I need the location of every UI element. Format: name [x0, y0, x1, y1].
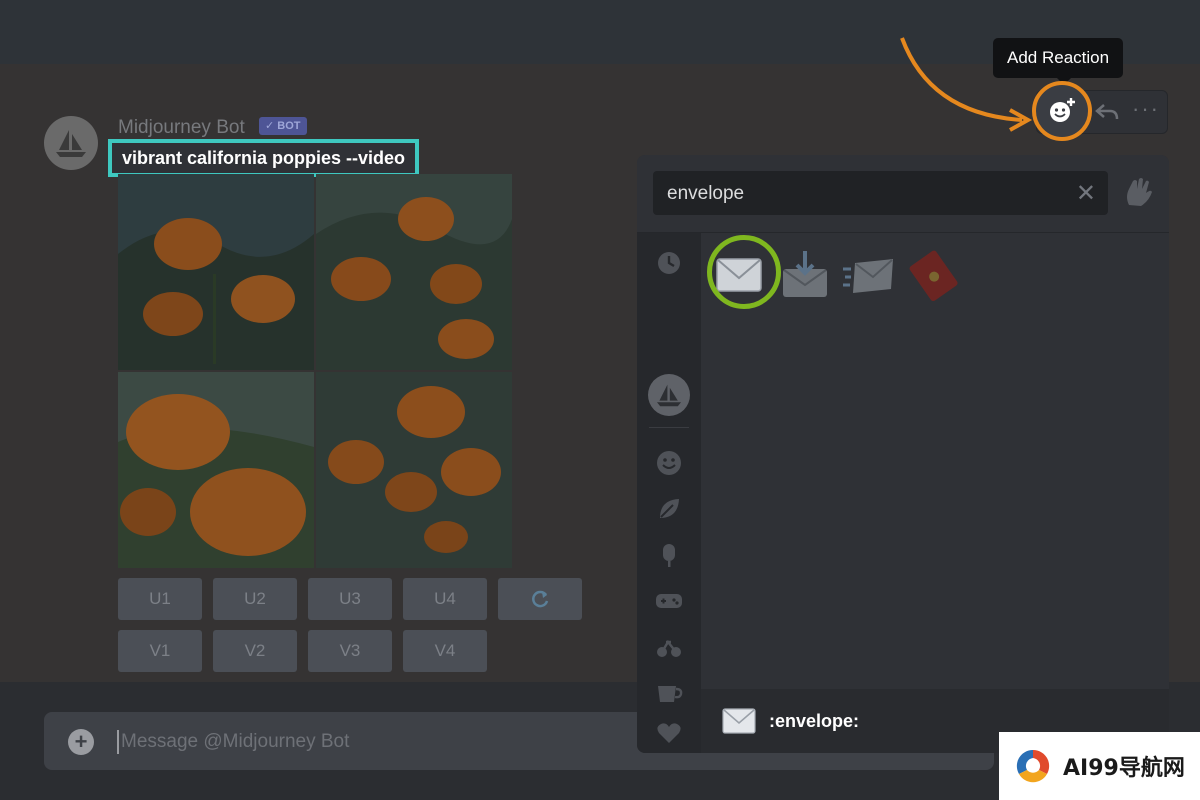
v1-button[interactable]: V1 — [118, 630, 202, 672]
reroll-button[interactable] — [498, 578, 582, 620]
midjourney-server-icon[interactable] — [648, 374, 690, 416]
text-caret — [117, 730, 119, 754]
reply-icon[interactable] — [1094, 100, 1120, 124]
smiley-icon[interactable] — [655, 449, 683, 477]
clock-icon[interactable] — [655, 249, 683, 277]
poppy-image-2[interactable] — [316, 174, 512, 370]
bicycle-icon[interactable] — [655, 633, 683, 661]
u1-button[interactable]: U1 — [118, 578, 202, 620]
u2-button[interactable]: U2 — [213, 578, 297, 620]
upscale-row: U1 U2 U3 U4 — [118, 578, 582, 620]
attach-plus-icon[interactable]: + — [68, 729, 94, 755]
skin-tone-hand-icon[interactable] — [1121, 175, 1155, 209]
emoji-search-value: envelope — [667, 183, 745, 204]
add-reaction-tooltip: Add Reaction — [993, 38, 1124, 85]
watermark-logo-icon — [1016, 749, 1050, 783]
heart-icon[interactable] — [655, 719, 683, 747]
emoji-preview-name: :envelope: — [769, 711, 860, 731]
author-avatar[interactable] — [44, 116, 98, 170]
watermark: AI99导航网 — [999, 732, 1200, 800]
refresh-icon — [532, 590, 549, 608]
emoji-search-input[interactable]: envelope ✕ — [653, 171, 1108, 215]
author-name[interactable]: Midjourney Bot — [118, 117, 245, 139]
image-grid[interactable] — [118, 174, 512, 568]
variation-row: V1 V2 V3 V4 — [118, 630, 487, 672]
incoming-envelope-icon[interactable] — [841, 247, 897, 303]
picker-header: envelope ✕ — [637, 155, 1169, 233]
message-placeholder: Message @Midjourney Bot — [121, 731, 350, 752]
gamepad-icon[interactable] — [655, 587, 683, 615]
u3-button[interactable]: U3 — [308, 578, 392, 620]
envelope-preview-icon — [722, 708, 756, 734]
rail-divider — [649, 427, 689, 428]
envelope-with-arrow-icon[interactable] — [777, 247, 833, 303]
leaf-icon[interactable] — [655, 495, 683, 523]
watermark-text: AI99导航网 — [1063, 756, 1185, 781]
clear-search-icon[interactable]: ✕ — [1076, 179, 1096, 208]
poppy-image-3[interactable] — [118, 372, 314, 568]
popsicle-icon[interactable] — [655, 541, 683, 569]
add-reaction-icon — [1050, 98, 1075, 122]
prompt-text: vibrant california poppies --video — [108, 139, 420, 177]
selected-emoji-highlight — [707, 235, 781, 309]
poppy-image-4[interactable] — [316, 372, 512, 568]
v2-button[interactable]: V2 — [213, 630, 297, 672]
emoji-results — [701, 233, 1169, 687]
sailboat-icon — [56, 130, 86, 157]
emoji-picker: envelope ✕:envelope: — [637, 155, 1169, 753]
add-reaction-button[interactable] — [1032, 81, 1092, 141]
coffee-icon[interactable] — [655, 679, 683, 707]
poppy-image-1[interactable] — [118, 174, 314, 370]
category-rail — [637, 233, 701, 753]
u4-button[interactable]: U4 — [403, 578, 487, 620]
v3-button[interactable]: V3 — [308, 630, 392, 672]
red-envelope-icon[interactable] — [905, 247, 961, 303]
bot-badge: ✓ BOT — [259, 117, 307, 135]
more-icon[interactable]: ··· — [1132, 96, 1160, 122]
v4-button[interactable]: V4 — [403, 630, 487, 672]
